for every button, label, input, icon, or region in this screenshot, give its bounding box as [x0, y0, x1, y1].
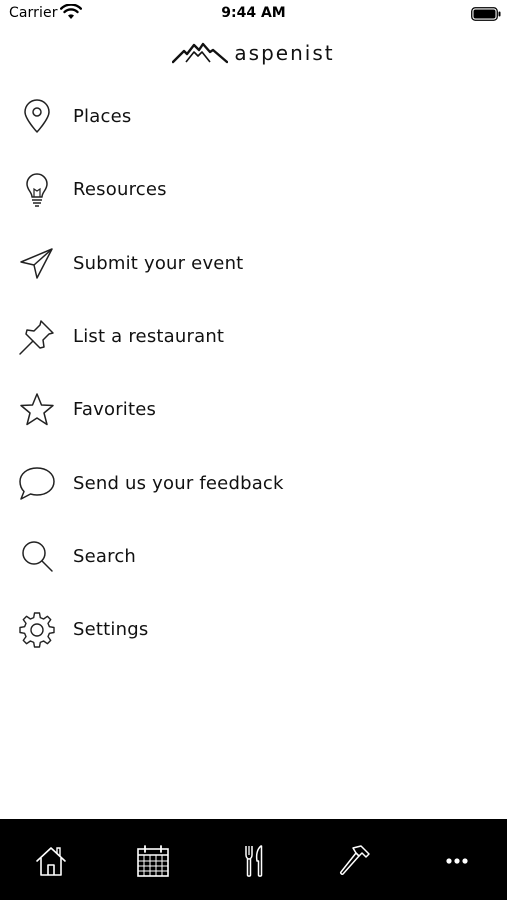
menu-item-feedback[interactable]: Send us your feedback [0, 446, 507, 519]
menu-item-label: Search [73, 545, 137, 567]
menu-item-label: Settings [73, 619, 149, 641]
pushpin-icon [17, 317, 57, 357]
logo-text: aspenist [234, 41, 335, 65]
battery-icon [471, 6, 501, 21]
mountain-icon [172, 42, 229, 64]
hammer-icon [340, 845, 370, 875]
tab-more[interactable] [437, 841, 477, 881]
app-logo: aspenist [0, 36, 507, 68]
menu-item-favorites[interactable]: Favorites [0, 373, 507, 446]
gear-icon [17, 610, 57, 650]
menu-item-settings[interactable]: Settings [0, 593, 507, 666]
status-time: 9:44 AM [221, 5, 286, 21]
menu-item-submit-event[interactable]: Submit your event [0, 227, 507, 300]
speech-bubble-icon [17, 463, 57, 503]
fork-knife-icon [245, 845, 263, 877]
star-icon [17, 390, 57, 430]
tab-bar [0, 819, 507, 900]
main-menu: Places Resources Submit your event List … [0, 80, 507, 666]
menu-item-label: Send us your feedback [73, 472, 284, 494]
menu-item-label: Submit your event [73, 252, 244, 274]
tab-calendar[interactable] [133, 841, 173, 881]
paper-plane-icon [17, 243, 57, 283]
menu-item-label: List a restaurant [73, 326, 225, 348]
menu-item-label: Favorites [73, 399, 157, 421]
tab-services[interactable] [335, 841, 375, 881]
calendar-icon [137, 845, 169, 877]
home-icon [36, 847, 66, 876]
map-pin-icon [17, 97, 57, 137]
tab-home[interactable] [31, 841, 71, 881]
menu-item-label: Resources [73, 179, 167, 201]
tab-restaurants[interactable] [234, 841, 274, 881]
menu-item-list-restaurant[interactable]: List a restaurant [0, 300, 507, 373]
menu-item-places[interactable]: Places [0, 80, 507, 153]
menu-item-resources[interactable]: Resources [0, 153, 507, 226]
status-bar: Carrier 9:44 AM [0, 0, 507, 28]
menu-screen: Carrier 9:44 AM aspenist Places Resource… [0, 0, 507, 900]
menu-item-search[interactable]: Search [0, 520, 507, 593]
search-icon [17, 536, 57, 576]
menu-item-label: Places [73, 106, 132, 128]
lightbulb-icon [17, 170, 57, 210]
more-icon [446, 858, 468, 864]
